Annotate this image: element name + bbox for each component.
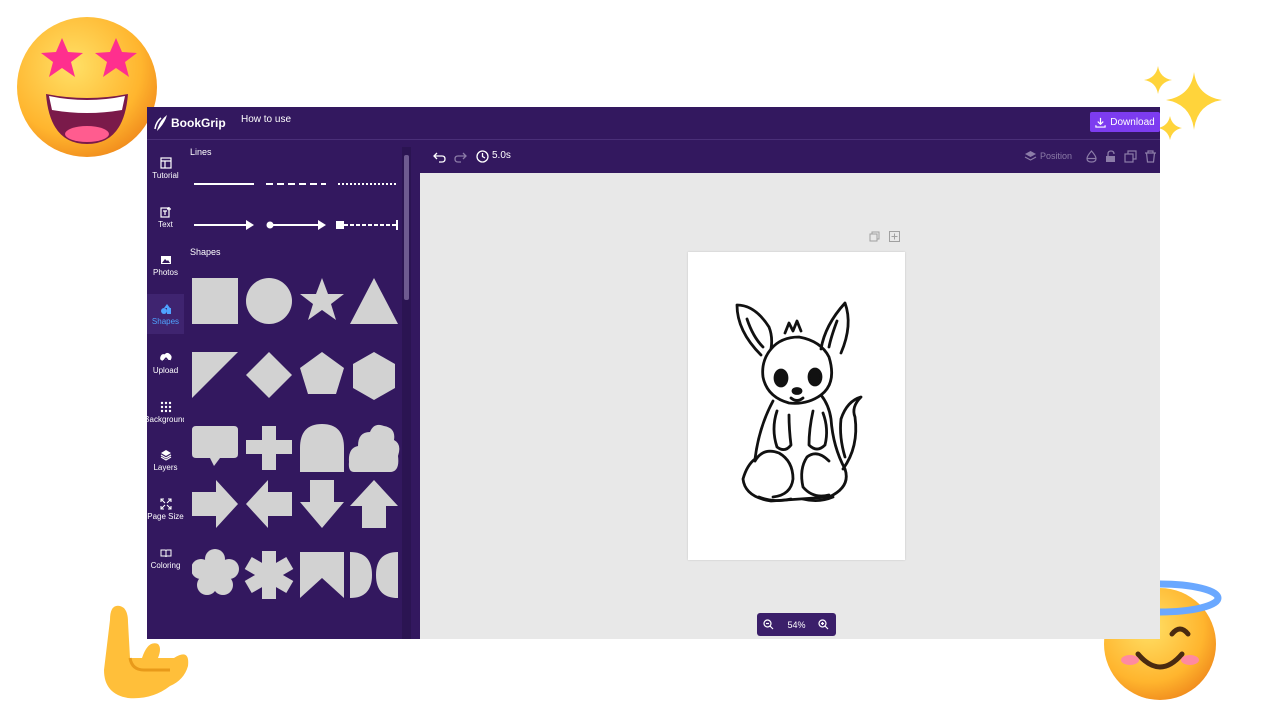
how-to-use-link[interactable]: How to use bbox=[241, 114, 291, 125]
page-size-icon bbox=[159, 497, 172, 510]
panel-scrollbar[interactable] bbox=[402, 147, 411, 639]
shapes-grid bbox=[192, 278, 400, 599]
redo-icon[interactable] bbox=[454, 150, 467, 163]
sidebar-item-label: Photos bbox=[153, 267, 178, 277]
duplicate-icon[interactable] bbox=[1124, 150, 1137, 163]
sidebar-item-label: Shapes bbox=[151, 316, 180, 326]
sidebar-item-label: Coloring bbox=[150, 560, 181, 570]
elements-panel: Lines Shapes bbox=[184, 140, 420, 639]
duplicate-page-icon[interactable] bbox=[869, 231, 880, 242]
lines-grid bbox=[194, 183, 398, 230]
add-page-icon[interactable] bbox=[889, 231, 900, 242]
sidebar-item-shapes[interactable]: Shapes bbox=[147, 294, 184, 334]
editor-toolbar: 5.0s Position bbox=[420, 140, 1160, 173]
brand-name: BookGrip bbox=[171, 116, 226, 130]
line-arrow[interactable] bbox=[194, 220, 254, 230]
shape-asterisk[interactable] bbox=[244, 551, 294, 599]
scroll-thumb[interactable] bbox=[404, 155, 409, 300]
duration-value[interactable]: 5.0s bbox=[492, 150, 511, 161]
sidebar-item-layers[interactable]: Layers bbox=[147, 440, 184, 480]
text-icon bbox=[159, 206, 171, 218]
sidebar-item-label: Background bbox=[147, 414, 184, 424]
shape-arrow-up[interactable] bbox=[350, 480, 398, 528]
sidebar-item-label: Text bbox=[158, 219, 173, 229]
shapes-icon bbox=[160, 303, 171, 314]
unlock-icon[interactable] bbox=[1104, 150, 1117, 163]
sidebar-item-background[interactable]: Background bbox=[147, 392, 184, 432]
sidebar-item-photos[interactable]: Photos bbox=[147, 245, 184, 285]
sidebar-item-label: Layers bbox=[153, 462, 178, 472]
shape-arch[interactable] bbox=[300, 424, 344, 472]
shape-circle[interactable] bbox=[246, 278, 292, 324]
sidebar-rail: Tutorial Text Photos Shapes Upload Backg… bbox=[147, 140, 184, 639]
zoom-control: 54% bbox=[757, 613, 836, 636]
sidebar-item-coloring[interactable]: Coloring bbox=[147, 538, 184, 578]
sidebar-item-label: Page Size bbox=[147, 511, 184, 521]
shapes-section-title: Shapes bbox=[190, 247, 221, 257]
sidebar-item-label: Upload bbox=[152, 365, 179, 375]
shape-triangle[interactable] bbox=[350, 278, 398, 324]
zoom-out-icon[interactable] bbox=[763, 619, 774, 630]
shape-arrow-right[interactable] bbox=[192, 480, 238, 528]
clock-icon bbox=[476, 150, 489, 163]
shape-arrow-left[interactable] bbox=[246, 480, 292, 528]
tutorial-icon bbox=[159, 156, 172, 169]
sidebar-item-page-size[interactable]: Page Size bbox=[147, 489, 184, 529]
star-eyes-emoji bbox=[17, 17, 157, 157]
feather-icon bbox=[154, 115, 167, 131]
screen: BookGrip How to use Download Tutorial Te… bbox=[0, 0, 1280, 720]
design-page[interactable] bbox=[688, 252, 905, 560]
position-button[interactable]: Position bbox=[1040, 151, 1072, 161]
shape-diamond[interactable] bbox=[246, 352, 292, 398]
undo-icon[interactable] bbox=[433, 150, 446, 163]
sidebar-item-label: Tutorial bbox=[152, 170, 179, 180]
sidebar-item-text[interactable]: Text bbox=[147, 197, 184, 237]
delete-icon[interactable] bbox=[1144, 150, 1157, 163]
zoom-level: 54% bbox=[787, 619, 806, 630]
shape-arrow-down[interactable] bbox=[300, 480, 344, 528]
shape-half-circles[interactable] bbox=[350, 552, 398, 598]
top-bar: BookGrip How to use Download bbox=[147, 107, 1160, 140]
sidebar-item-upload[interactable]: Upload bbox=[147, 343, 184, 383]
shape-pentagon[interactable] bbox=[300, 352, 344, 394]
coloring-icon bbox=[160, 549, 171, 557]
shape-speech-bubble[interactable] bbox=[192, 426, 238, 466]
shape-cross[interactable] bbox=[246, 426, 292, 470]
download-label: Download bbox=[1110, 116, 1155, 128]
position-icon bbox=[1024, 151, 1037, 161]
shape-right-triangle[interactable] bbox=[192, 352, 238, 398]
zoom-in-icon[interactable] bbox=[818, 619, 829, 630]
download-button[interactable]: Download bbox=[1090, 112, 1160, 132]
upload-icon bbox=[159, 352, 172, 363]
app-window: BookGrip How to use Download Tutorial Te… bbox=[147, 107, 1160, 639]
photos-icon bbox=[160, 255, 171, 264]
shape-hexagon[interactable] bbox=[353, 352, 395, 400]
lines-section-title: Lines bbox=[190, 147, 212, 157]
opacity-icon[interactable] bbox=[1085, 150, 1098, 163]
sidebar-item-tutorial[interactable]: Tutorial bbox=[147, 148, 184, 188]
shape-flower[interactable] bbox=[192, 549, 239, 595]
brand-logo[interactable]: BookGrip bbox=[153, 113, 226, 133]
line-dot-arrow[interactable] bbox=[266, 220, 327, 230]
shape-cloud[interactable] bbox=[348, 424, 400, 472]
shape-square[interactable] bbox=[192, 278, 238, 324]
line-square-dashed[interactable] bbox=[336, 220, 398, 230]
download-icon bbox=[1095, 117, 1106, 128]
background-icon bbox=[160, 401, 171, 412]
kangaroo-illustration[interactable] bbox=[733, 297, 863, 512]
shape-star[interactable] bbox=[300, 278, 344, 320]
shape-bookmark[interactable] bbox=[300, 552, 344, 598]
canvas-area[interactable]: 54% bbox=[420, 173, 1160, 639]
layers-icon bbox=[160, 449, 171, 461]
